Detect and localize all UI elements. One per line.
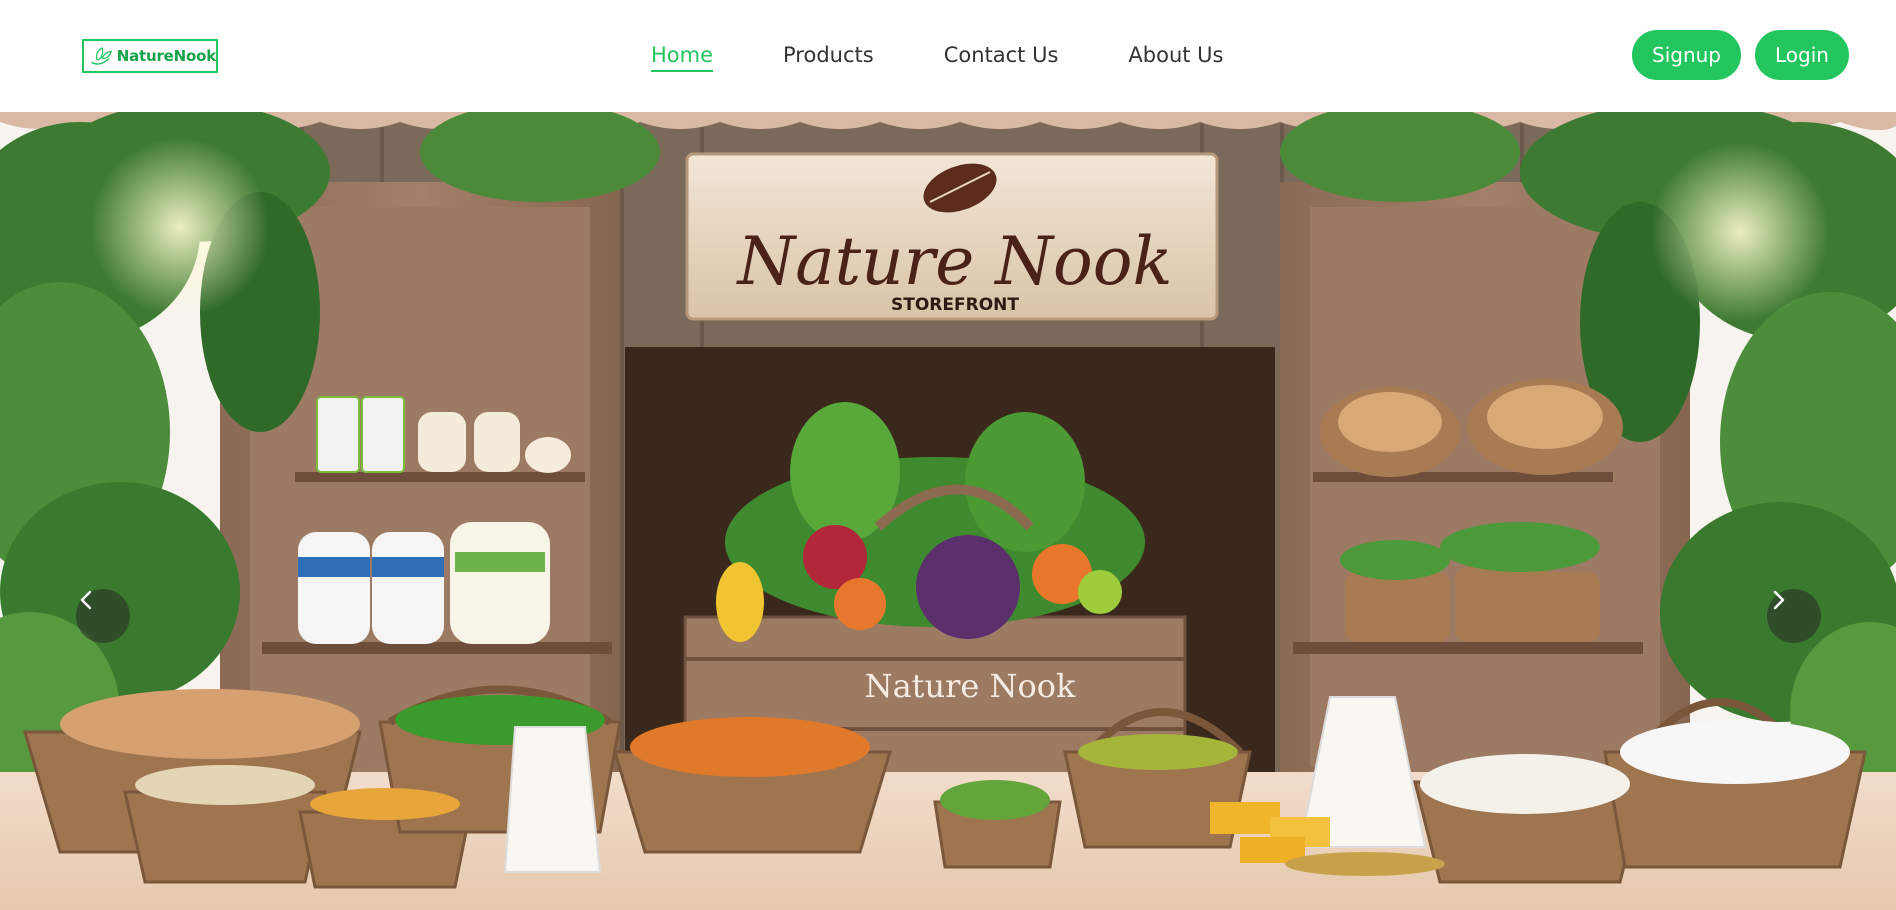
site-header: NatureNook Home Products Contact Us Abou… — [0, 0, 1896, 112]
hero-slide-image: Nature Nook STOREFRONT Nature Nook — [0, 112, 1896, 910]
nav-link-products[interactable]: Products — [783, 40, 874, 72]
sign-subtitle: STOREFRONT — [891, 295, 1019, 315]
hero-carousel: Nature Nook STOREFRONT Nature Nook — [0, 112, 1896, 910]
brand-logo[interactable]: NatureNook — [82, 39, 218, 73]
carousel-next-button[interactable] — [1767, 589, 1821, 643]
nav-link-contact-us[interactable]: Contact Us — [944, 40, 1059, 72]
brand-name: NatureNook — [116, 47, 216, 65]
carousel-prev-button[interactable] — [76, 589, 130, 643]
sign-title: Nature Nook — [736, 223, 1173, 300]
signup-button[interactable]: Signup — [1632, 30, 1741, 80]
chevron-right-icon — [1773, 590, 1785, 610]
chevron-left-icon — [80, 590, 92, 610]
main-nav: Home Products Contact Us About Us — [651, 40, 1293, 72]
nav-link-home[interactable]: Home — [651, 40, 714, 72]
login-button[interactable]: Login — [1755, 30, 1849, 80]
leaf-hand-icon — [91, 47, 113, 65]
nav-link-about-us[interactable]: About Us — [1128, 40, 1223, 72]
crate-label: Nature Nook — [865, 667, 1076, 705]
